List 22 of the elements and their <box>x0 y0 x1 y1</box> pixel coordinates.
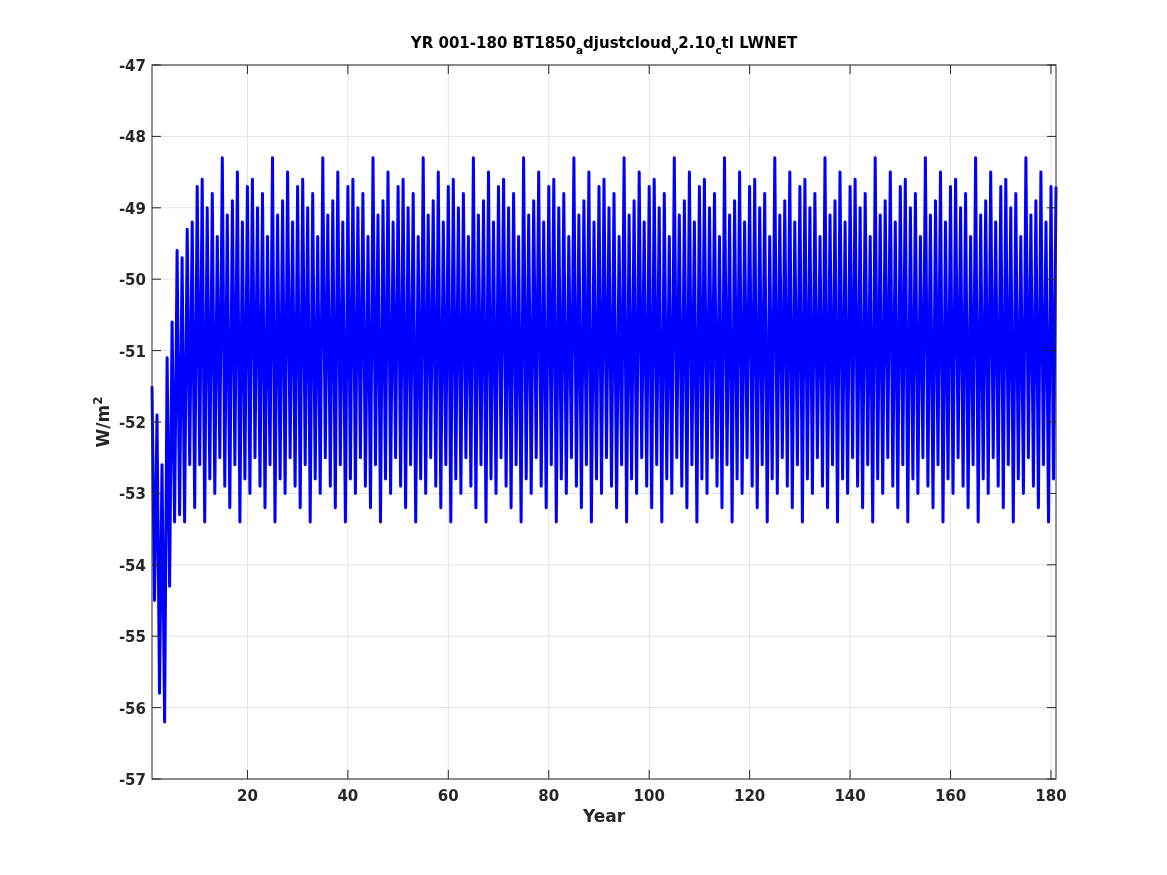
x-tick-label: 60 <box>437 787 459 805</box>
y-tick-label: -53 <box>118 485 146 504</box>
y-tick-label: -52 <box>118 414 146 432</box>
y-tick-label: -57 <box>118 771 146 789</box>
x-tick-label: 80 <box>538 787 560 805</box>
y-tick-label: -48 <box>118 128 146 147</box>
y-tick-label: -54 <box>118 556 146 575</box>
x-tick-label: 100 <box>633 787 665 805</box>
y-tick-label: -49 <box>118 199 146 218</box>
x-tick-label: 180 <box>1035 787 1067 805</box>
chart-title: YR 001-180 BT1850$_{a}$djustcloud$_{v}$2.10$_{c}$tl LWNET <box>410 34 798 56</box>
y-tick-label: -55 <box>118 628 146 647</box>
y-tick-label: -51 <box>118 342 146 361</box>
x-tick-label: 40 <box>337 787 359 805</box>
y-tick-label: -47 <box>118 57 146 75</box>
x-tick-label: 140 <box>834 787 866 805</box>
x-tick-label: 160 <box>934 787 967 805</box>
y-tick-label: -56 <box>118 699 146 718</box>
x-tick-label: 20 <box>237 787 258 805</box>
y-tick-label: -50 <box>118 271 146 290</box>
x-axis-label: Year <box>582 806 626 826</box>
x-tick-label: 120 <box>734 787 766 805</box>
